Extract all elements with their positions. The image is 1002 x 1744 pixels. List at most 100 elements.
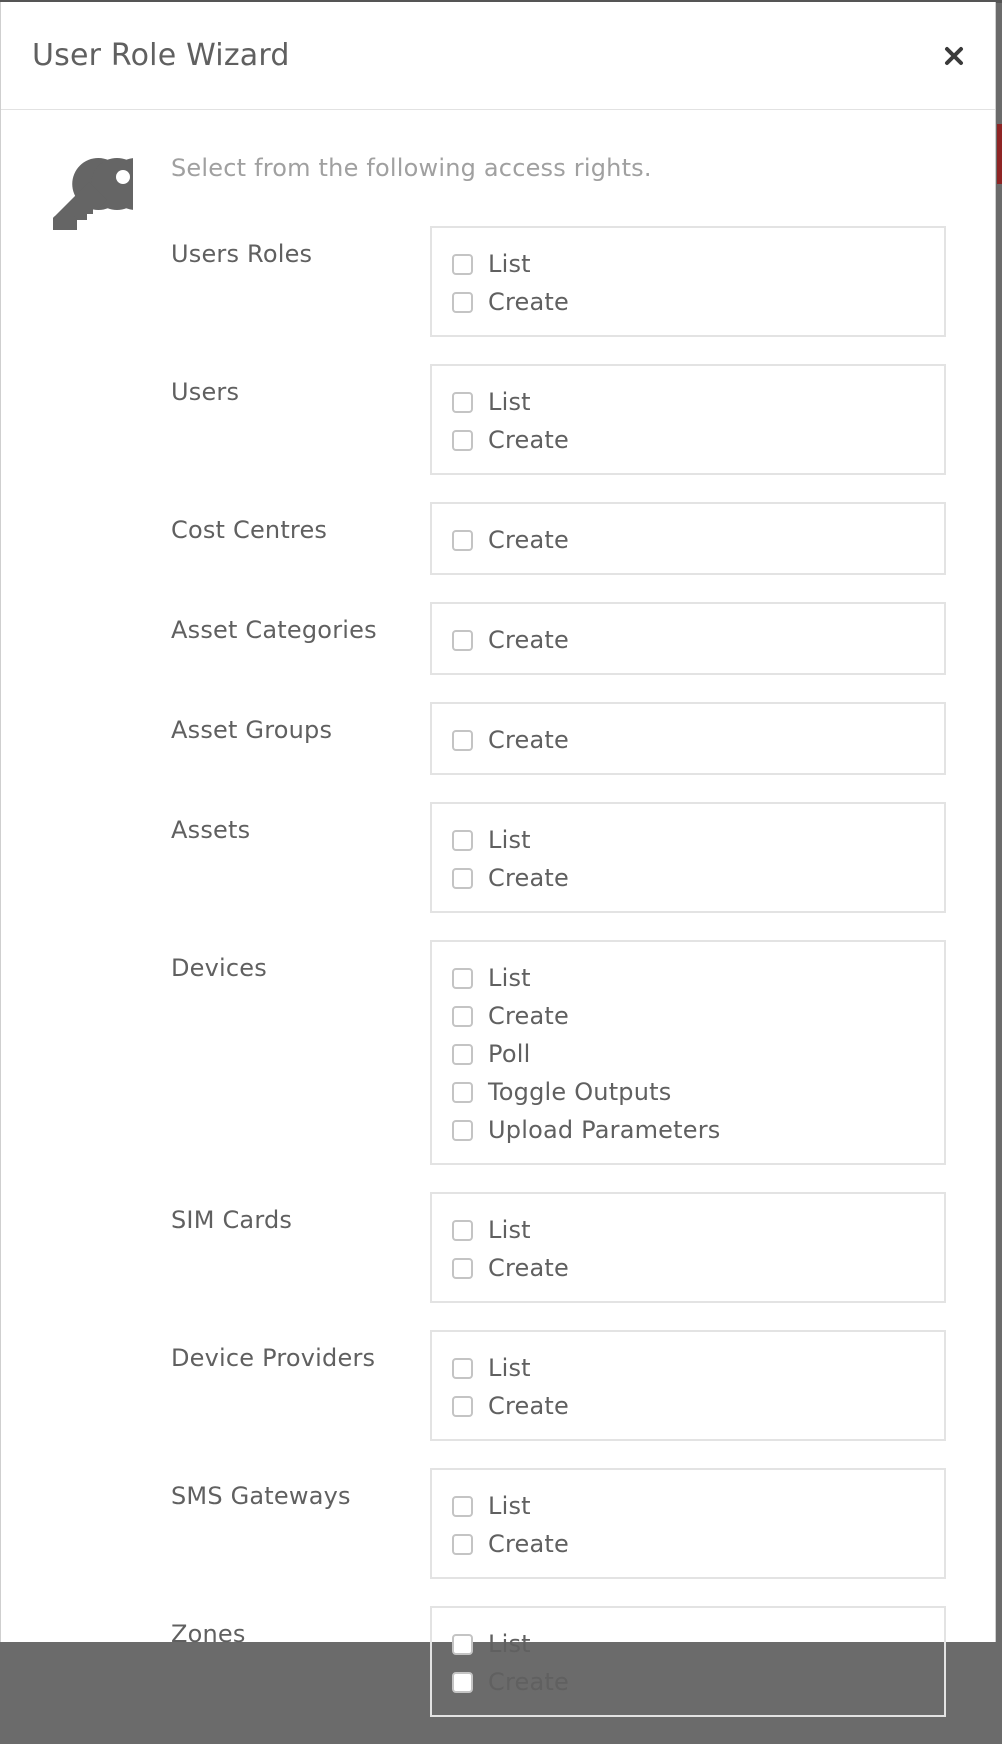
checkbox[interactable] (452, 1395, 473, 1417)
intro-text: Select from the following access rights. (171, 154, 652, 182)
option-users-roles-list[interactable]: List (452, 245, 944, 283)
options-box: Create (430, 502, 946, 575)
access-right-sim-cards: SIM Cards List Create (1, 1192, 997, 1303)
modal-header: User Role Wizard (1, 2, 995, 110)
option-label: List (488, 1492, 531, 1520)
close-icon (945, 47, 963, 65)
option-device-providers-create[interactable]: Create (452, 1387, 944, 1425)
option-devices-list[interactable]: List (452, 959, 944, 997)
checkbox[interactable] (452, 529, 473, 551)
option-label: List (488, 826, 531, 854)
option-asset-groups-create[interactable]: Create (452, 721, 944, 759)
option-label: List (488, 250, 531, 278)
option-assets-create[interactable]: Create (452, 859, 944, 897)
checkbox[interactable] (452, 1043, 473, 1065)
option-cost-centres-create[interactable]: Create (452, 521, 944, 559)
modal-title: User Role Wizard (32, 38, 290, 73)
option-label: List (488, 964, 531, 992)
key-icon (53, 158, 133, 230)
option-device-providers-list[interactable]: List (452, 1349, 944, 1387)
checkbox[interactable] (452, 829, 473, 851)
option-sms-gateways-list[interactable]: List (452, 1487, 944, 1525)
access-right-devices: Devices List Create Poll Toggle Outputs Uploa… (1, 940, 997, 1165)
options-box: List Create (430, 1192, 946, 1303)
access-right-asset-groups: Asset Groups Create (1, 702, 997, 775)
checkbox[interactable] (452, 291, 473, 313)
option-label: Create (488, 1002, 569, 1030)
option-label: Create (488, 726, 569, 754)
checkbox[interactable] (452, 629, 473, 651)
checkbox[interactable] (452, 1257, 473, 1279)
options-box: List Create (430, 1468, 946, 1579)
access-right-zones: Zones List Create (1, 1606, 997, 1717)
checkbox[interactable] (452, 967, 473, 989)
access-right-label: Users Roles (171, 240, 313, 268)
option-label: Create (488, 864, 569, 892)
options-box: List Create (430, 1330, 946, 1441)
access-right-users-roles: Users Roles List Create (1, 226, 997, 337)
option-label: List (488, 388, 531, 416)
checkbox[interactable] (452, 429, 473, 451)
close-button[interactable] (941, 40, 967, 70)
option-label: Create (488, 1392, 569, 1420)
checkbox[interactable] (452, 1357, 473, 1379)
checkbox[interactable] (452, 253, 473, 275)
option-label: Create (488, 1668, 569, 1696)
access-right-label: Device Providers (171, 1344, 376, 1372)
access-right-label: SIM Cards (171, 1206, 293, 1234)
checkbox[interactable] (452, 1005, 473, 1027)
checkbox[interactable] (452, 729, 473, 751)
access-right-label: Users (171, 378, 240, 406)
option-zones-create[interactable]: Create (452, 1663, 944, 1701)
option-label: Create (488, 426, 569, 454)
user-role-wizard-dialog: User Role Wizard Select from the followi… (0, 2, 997, 1717)
option-label: List (488, 1216, 531, 1244)
option-users-roles-create[interactable]: Create (452, 283, 944, 321)
option-asset-categories-create[interactable]: Create (452, 621, 944, 659)
option-label: Create (488, 526, 569, 554)
access-right-asset-categories: Asset Categories Create (1, 602, 997, 675)
checkbox[interactable] (452, 1081, 473, 1103)
checkbox[interactable] (452, 1633, 473, 1655)
option-users-create[interactable]: Create (452, 421, 944, 459)
option-label: Create (488, 1254, 569, 1282)
options-box: List Create (430, 1606, 946, 1717)
option-assets-list[interactable]: List (452, 821, 944, 859)
access-right-label: Asset Categories (171, 616, 377, 644)
option-devices-toggle-outputs[interactable]: Toggle Outputs (452, 1073, 944, 1111)
access-right-label: Assets (171, 816, 251, 844)
access-right-cost-centres: Cost Centres Create (1, 502, 997, 575)
option-sim-cards-list[interactable]: List (452, 1211, 944, 1249)
option-label: Create (488, 288, 569, 316)
access-right-sms-gateways: SMS Gateways List Create (1, 1468, 997, 1579)
option-label: Create (488, 1530, 569, 1558)
option-devices-poll[interactable]: Poll (452, 1035, 944, 1073)
checkbox[interactable] (452, 1533, 473, 1555)
option-label: List (488, 1630, 531, 1658)
options-box: Create (430, 702, 946, 775)
option-label: Poll (488, 1040, 531, 1068)
option-zones-list[interactable]: List (452, 1625, 944, 1663)
checkbox[interactable] (452, 1495, 473, 1517)
option-label: List (488, 1354, 531, 1382)
option-users-list[interactable]: List (452, 383, 944, 421)
option-sms-gateways-create[interactable]: Create (452, 1525, 944, 1563)
access-right-assets: Assets List Create (1, 802, 997, 913)
options-box: List Create (430, 226, 946, 337)
options-box: List Create Poll Toggle Outputs Upload Param… (430, 940, 946, 1165)
option-sim-cards-create[interactable]: Create (452, 1249, 944, 1287)
option-label: Create (488, 626, 569, 654)
checkbox[interactable] (452, 391, 473, 413)
access-right-label: Cost Centres (171, 516, 328, 544)
access-right-label: SMS Gateways (171, 1482, 351, 1510)
access-right-device-providers: Device Providers List Create (1, 1330, 997, 1441)
checkbox[interactable] (452, 1671, 473, 1693)
options-box: Create (430, 602, 946, 675)
checkbox[interactable] (452, 1219, 473, 1241)
checkbox[interactable] (452, 1119, 473, 1141)
option-devices-upload-parameters[interactable]: Upload Parameters (452, 1111, 944, 1149)
access-right-users: Users List Create (1, 364, 997, 475)
option-devices-create[interactable]: Create (452, 997, 944, 1035)
options-box: List Create (430, 802, 946, 913)
checkbox[interactable] (452, 867, 473, 889)
